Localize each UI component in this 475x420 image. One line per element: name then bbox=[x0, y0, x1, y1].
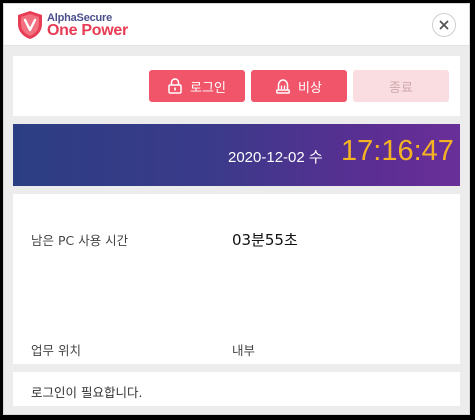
remaining-time-value: 03분55초 bbox=[232, 231, 298, 249]
login-button[interactable]: 로그인 bbox=[149, 70, 245, 102]
padlock-icon bbox=[168, 78, 182, 94]
emergency-button-label: 비상 bbox=[298, 79, 322, 95]
exit-button[interactable]: 종료 bbox=[353, 70, 449, 102]
clock-banner: 2020-12-02 수 17:16:47 bbox=[13, 124, 460, 186]
status-message: 로그인이 필요합니다. bbox=[31, 385, 143, 400]
brand-product: One Power bbox=[47, 22, 128, 39]
emergency-button[interactable]: 비상 bbox=[251, 70, 347, 102]
status-bar: 로그인이 필요합니다. bbox=[13, 372, 460, 406]
app-window: AlphaSecure One Power 로그인 비상 종료 2020-12-… bbox=[3, 3, 470, 415]
close-button[interactable] bbox=[432, 13, 456, 37]
title-bar: AlphaSecure One Power bbox=[4, 4, 469, 46]
login-button-label: 로그인 bbox=[190, 79, 226, 95]
app-logo: AlphaSecure One Power bbox=[16, 10, 128, 42]
work-location-label: 업무 위치 bbox=[31, 343, 81, 358]
action-toolbar: 로그인 비상 종료 bbox=[13, 56, 460, 116]
current-time: 17:16:47 bbox=[341, 135, 454, 167]
exit-button-label: 종료 bbox=[389, 79, 413, 95]
current-date: 2020-12-02 수 bbox=[228, 149, 323, 166]
close-icon bbox=[439, 20, 449, 30]
session-info-panel: 남은 PC 사용 시간 03분55초 업무 위치 내부 bbox=[13, 194, 460, 364]
remaining-time-label: 남은 PC 사용 시간 bbox=[31, 233, 129, 248]
shield-logo-icon bbox=[18, 11, 42, 39]
siren-icon bbox=[276, 79, 290, 94]
work-location-value: 내부 bbox=[232, 343, 256, 358]
